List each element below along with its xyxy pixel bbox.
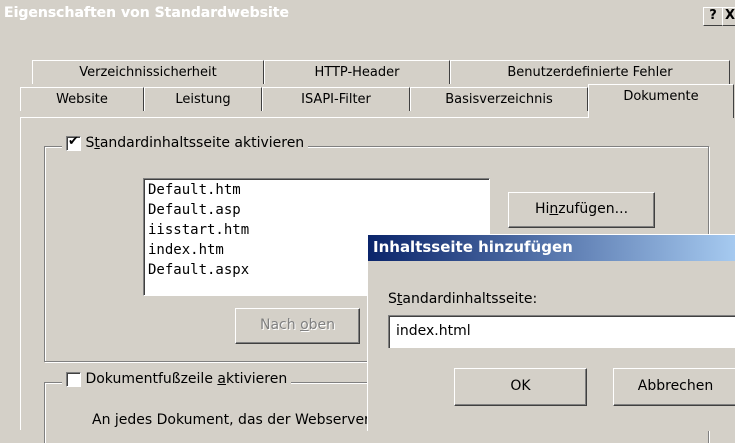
- dialog-title-bar: Inhaltsseite hinzufügen: [368, 235, 735, 261]
- default-document-legend: ✔ Standardinhaltsseite aktivieren: [62, 134, 309, 151]
- footer-legend: Dokumentfußzeile aktivieren: [62, 371, 292, 387]
- tab-website[interactable]: Website: [20, 87, 144, 111]
- tab-dokumente[interactable]: Dokumente: [588, 84, 734, 118]
- tab-leistung[interactable]: Leistung: [144, 87, 262, 111]
- tab-isapi-filter[interactable]: ISAPI-Filter: [262, 87, 410, 111]
- footer-checkbox-label[interactable]: Dokumentfußzeile aktivieren: [85, 371, 287, 387]
- move-up-button[interactable]: Nach oben: [235, 308, 360, 344]
- default-document-checkbox-label[interactable]: Standardinhaltsseite aktivieren: [85, 135, 304, 151]
- tab-verzeichnissicherheit[interactable]: Verzeichnissicherheit: [32, 60, 264, 84]
- help-button[interactable]: ?: [703, 7, 723, 26]
- add-button[interactable]: Hinzufügen...: [508, 192, 655, 228]
- cancel-button[interactable]: Abbrechen: [613, 368, 735, 406]
- list-item[interactable]: Default.asp: [148, 202, 241, 218]
- list-item[interactable]: iisstart.htm: [148, 222, 249, 238]
- list-item[interactable]: Default.htm: [148, 182, 241, 198]
- list-item[interactable]: Default.aspx: [148, 262, 249, 278]
- tab-benutzerdefinierte-fehler[interactable]: Benutzerdefinierte Fehler: [450, 60, 730, 84]
- close-button[interactable]: X: [722, 7, 735, 26]
- add-content-page-dialog: Inhaltsseite hinzufügen Standardinhaltss…: [367, 234, 735, 431]
- ok-button[interactable]: OK: [454, 368, 587, 406]
- footer-checkbox[interactable]: [66, 371, 81, 387]
- window-title: Eigenschaften von Standardwebsite: [4, 5, 289, 21]
- dialog-field-label: Standardinhaltsseite:: [388, 291, 538, 307]
- list-item[interactable]: index.htm: [148, 242, 224, 258]
- properties-window: Eigenschaften von Standardwebsite ? X Ve…: [0, 0, 735, 443]
- default-document-checkbox[interactable]: ✔: [66, 134, 81, 151]
- title-bar: Eigenschaften von Standardwebsite ? X: [0, 0, 735, 30]
- tab-basisverzeichnis[interactable]: Basisverzeichnis: [410, 87, 588, 111]
- tab-http-header[interactable]: HTTP-Header: [264, 60, 450, 84]
- content-page-input[interactable]: index.html: [388, 315, 735, 348]
